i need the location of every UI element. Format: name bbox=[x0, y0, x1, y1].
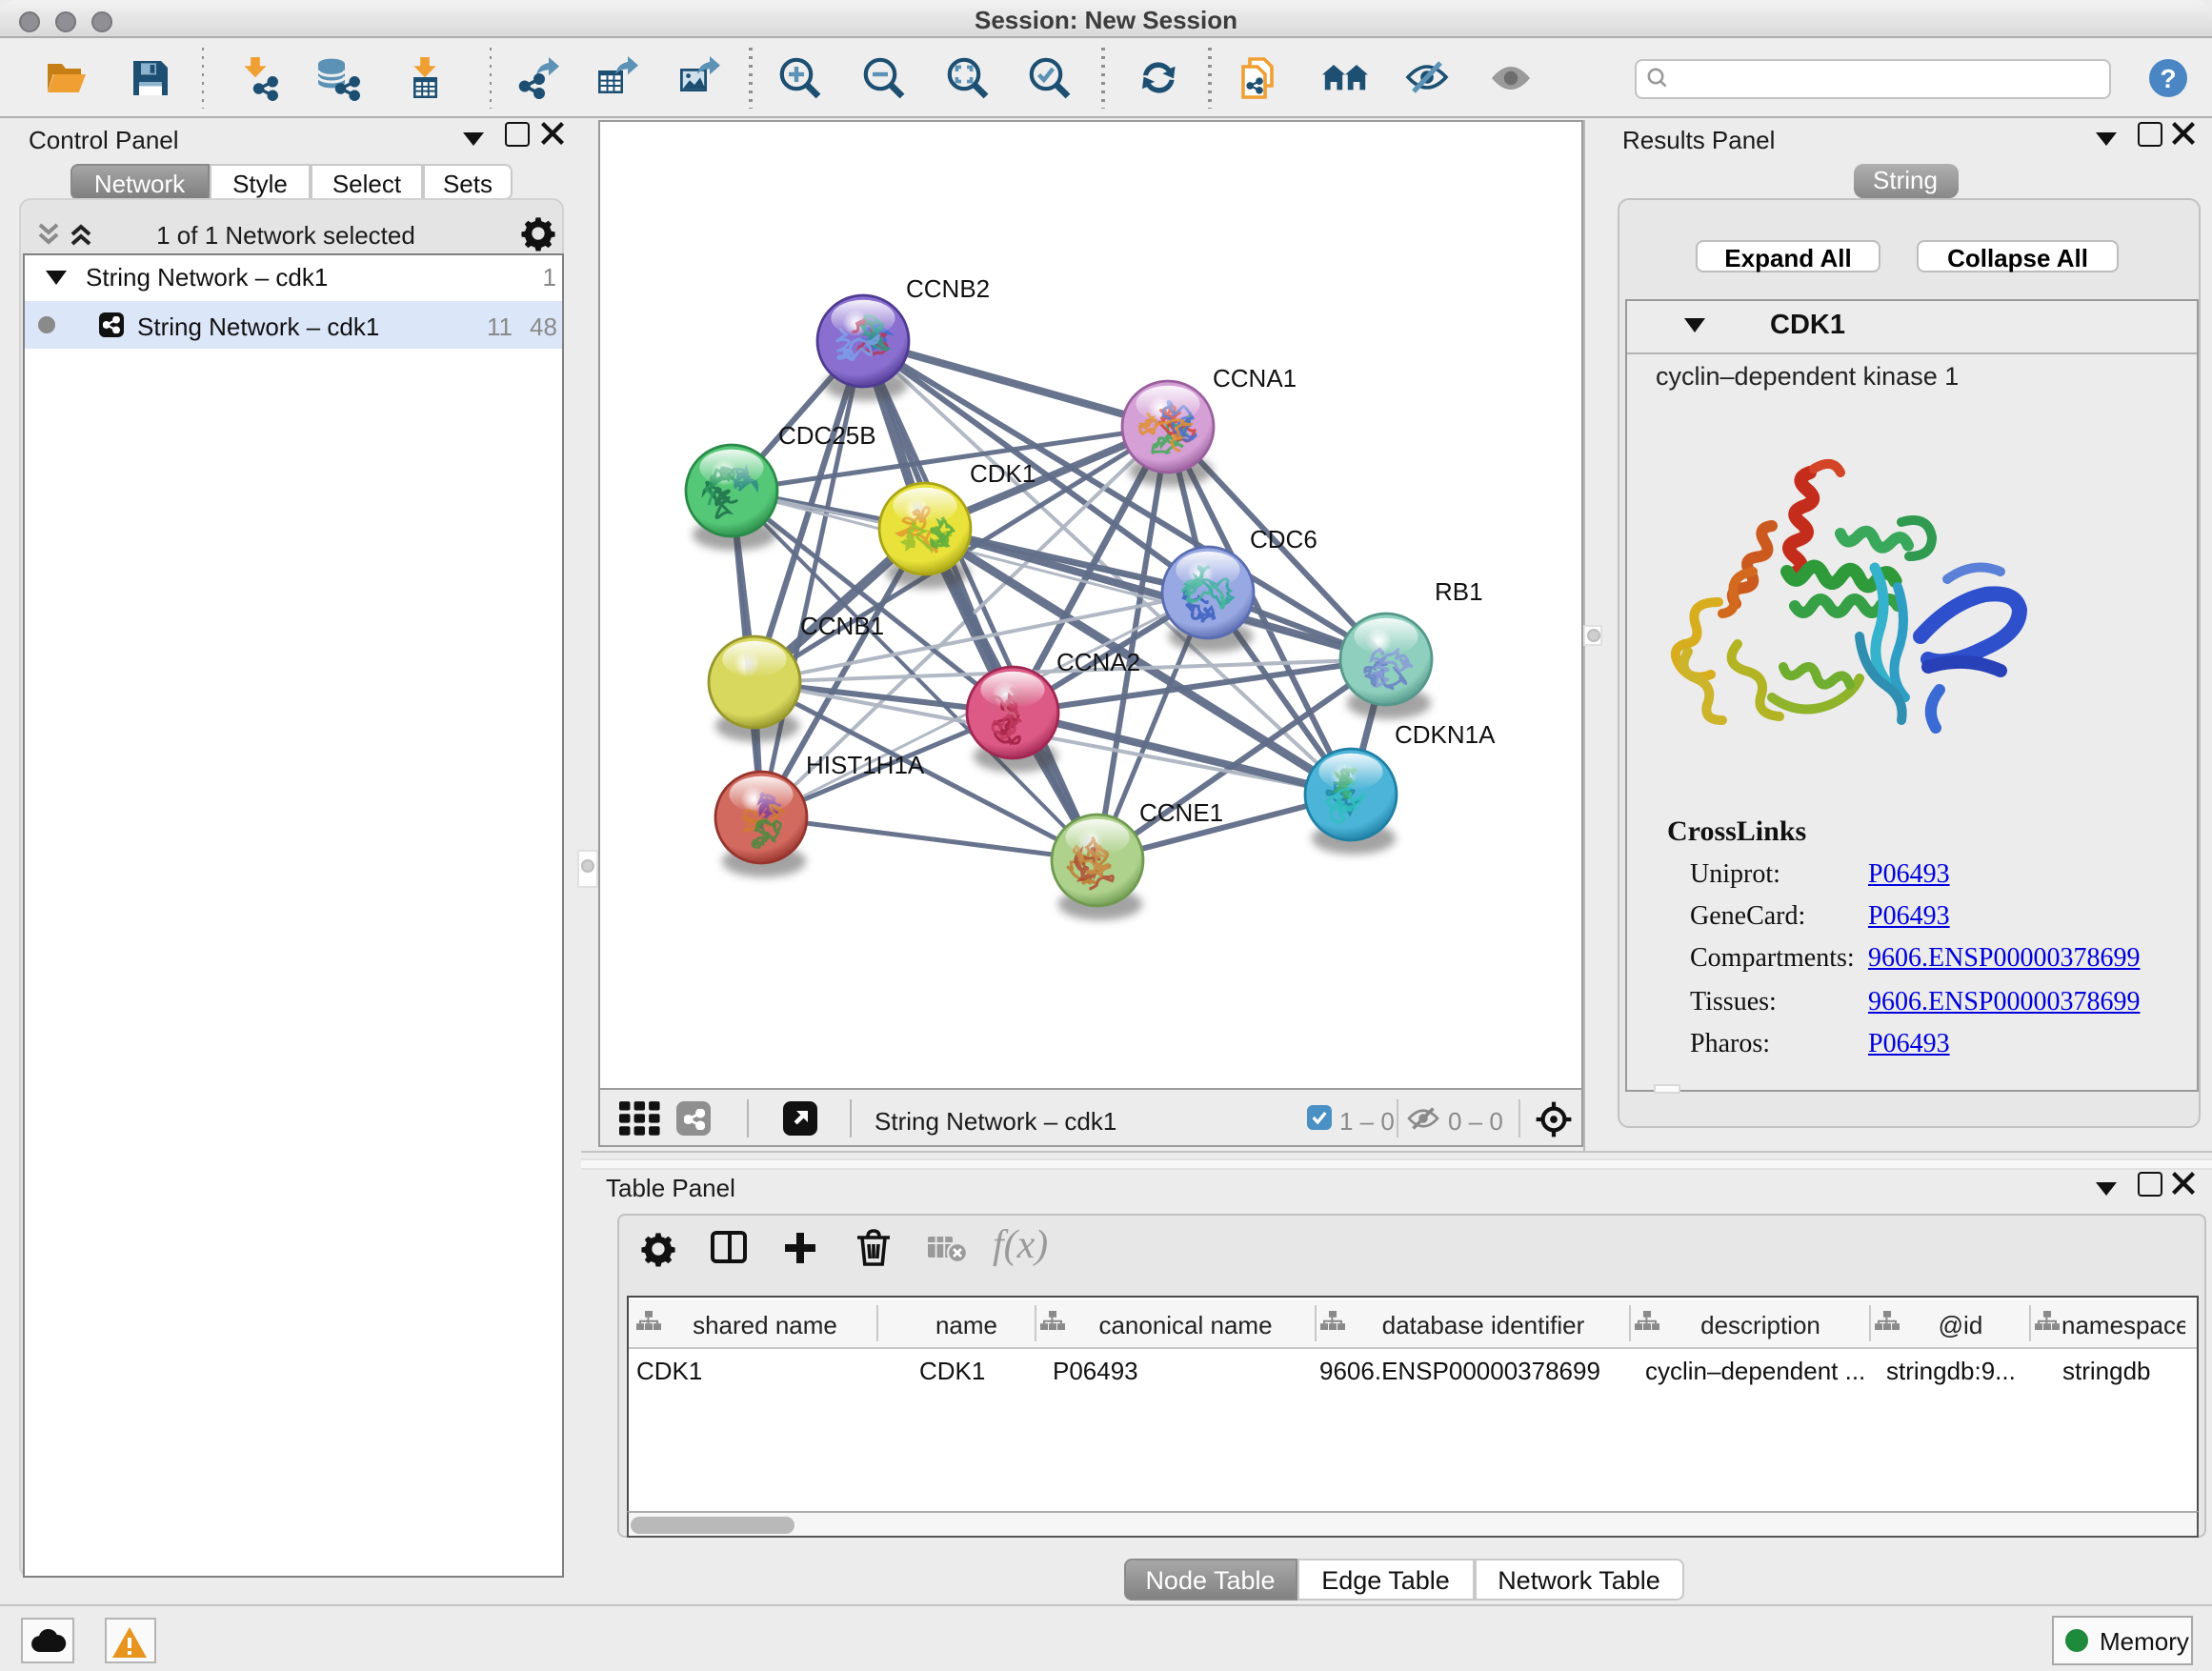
svg-text:CDK1: CDK1 bbox=[970, 459, 1036, 488]
svg-text:CCNB2: CCNB2 bbox=[906, 274, 990, 303]
svg-text:CDC25B: CDC25B bbox=[778, 421, 876, 450]
svg-text:CCNA2: CCNA2 bbox=[1056, 648, 1140, 676]
svg-text:RB1: RB1 bbox=[1435, 577, 1483, 606]
svg-text:HIST1H1A: HIST1H1A bbox=[806, 751, 925, 779]
svg-text:CCNA1: CCNA1 bbox=[1213, 364, 1297, 393]
svg-text:CDKN1A: CDKN1A bbox=[1395, 720, 1496, 749]
svg-text:CDC6: CDC6 bbox=[1250, 525, 1317, 554]
svg-text:CCNB1: CCNB1 bbox=[800, 612, 884, 640]
svg-text:CCNE1: CCNE1 bbox=[1139, 798, 1223, 827]
